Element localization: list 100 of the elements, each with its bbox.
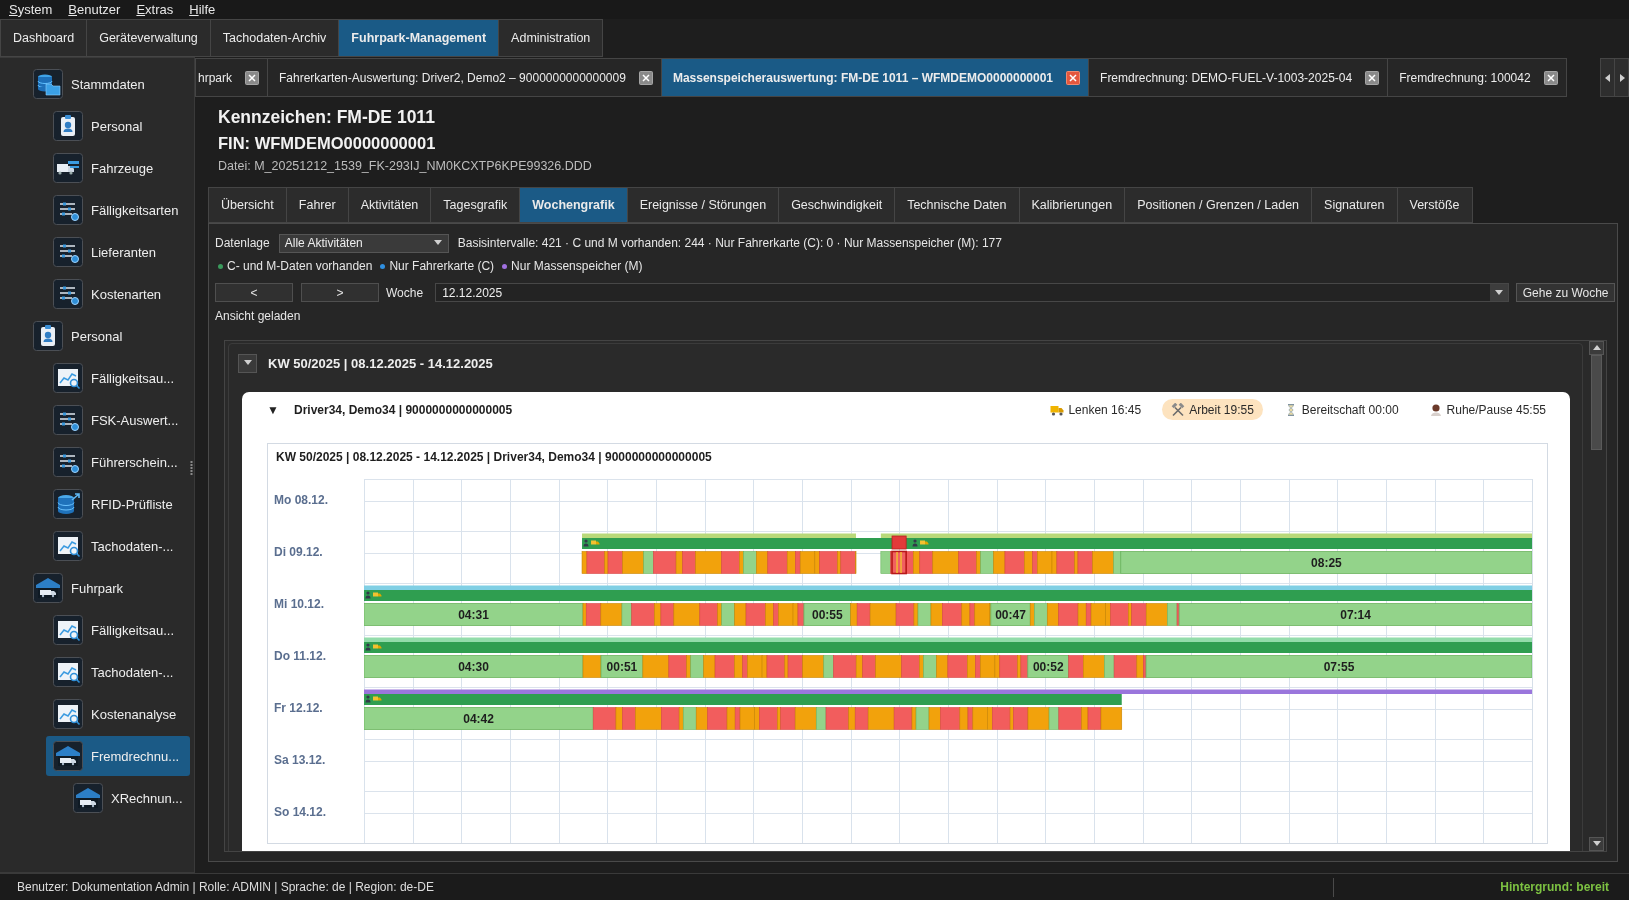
sidebar-item[interactable]: Personal [46, 106, 190, 146]
sidebar-item[interactable]: Kostenarten [46, 274, 190, 314]
sidebar-item[interactable]: RFID-Prüfliste [46, 484, 190, 524]
sidebar-item[interactable]: FSK-Auswert... [46, 400, 190, 440]
sidebar-item[interactable]: Tachodaten-... [46, 652, 190, 692]
main-tab[interactable]: Geräteverwaltung [86, 19, 211, 57]
week-combobox[interactable]: 12.12.2025 [435, 283, 1510, 302]
sidebar-item[interactable]: Fremdrechnu... [46, 736, 190, 776]
chart-magnifier-icon [53, 531, 83, 561]
file-name: Datei: M_20251212_1539_FK-293IJ_NM0KCXTP6KPE99326.DDD [218, 158, 592, 174]
sidebar-item[interactable]: Fälligkeitsau... [46, 610, 190, 650]
sidebar-item[interactable]: XRechnun... [66, 778, 190, 818]
settings-list-icon [53, 447, 83, 477]
collapse-toggle[interactable]: ▼ [267, 402, 294, 417]
menu-item[interactable]: Hilfe [181, 0, 224, 19]
settings-list-icon [53, 405, 83, 435]
scroll-down-button[interactable] [1589, 837, 1604, 851]
duration-label: 00:51 [606, 660, 638, 674]
activity-select[interactable]: Alle Aktivitäten [278, 233, 449, 253]
sidebar-item[interactable]: Fuhrpark [26, 568, 190, 608]
day-label: Fr 12.12. [273, 700, 324, 717]
person-icon [1428, 402, 1443, 417]
main-tab[interactable]: Tachodaten-Archiv [209, 19, 340, 57]
day-label: Do 11.12. [273, 648, 328, 665]
settings-list-icon [53, 237, 83, 267]
view-tab[interactable]: Ereignisse / Störungen [626, 187, 780, 223]
day-label: Mi 10.12. [273, 596, 326, 613]
main-tab[interactable]: Fuhrpark-Management [338, 19, 500, 57]
scroll-up-button[interactable] [1589, 341, 1604, 355]
event-marker [891, 535, 907, 575]
duration-label: 00:47 [995, 608, 1026, 622]
view-tab[interactable]: Wochengrafik [519, 187, 628, 223]
main-tab[interactable]: Dashboard [0, 19, 88, 57]
sidebar-item[interactable]: Personal [26, 316, 190, 356]
legend-label: Nur Massenspeicher (M) [511, 259, 643, 273]
garage-truck-icon [53, 741, 83, 771]
vehicle-title: Kennzeichen: FM-DE 1011 [218, 106, 435, 128]
garage-truck-icon [73, 783, 103, 813]
scrollbar-thumb[interactable] [1591, 355, 1602, 450]
menu-item[interactable]: Benutzer [60, 0, 129, 19]
chart-title: KW 50/2025 | 08.12.2025 - 14.12.2025 | Driver34, Demo34 | 9000000000000005 [275, 449, 713, 466]
view-tab[interactable]: Tagesgrafik [430, 187, 521, 223]
day-label: Mo 08.12. [273, 492, 330, 509]
view-tab[interactable]: Geschwindigkeit [778, 187, 896, 223]
day-label: So 14.12. [273, 804, 328, 821]
duration-label: 07:55 [1323, 660, 1355, 674]
sidebar-item[interactable]: Kostenanalyse [46, 694, 190, 734]
document-tab[interactable]: Massenspeicherauswertung: FM-DE 1011 – WFMDEMO0000000001 [660, 58, 1090, 97]
activity-total[interactable]: Ruhe/Pause 45:55 [1419, 399, 1555, 420]
activity-total[interactable]: Lenken 16:45 [1041, 399, 1151, 420]
duration-label: 04:31 [458, 608, 489, 622]
sidebar-item[interactable]: Führerschein... [46, 442, 190, 482]
document-tab[interactable]: Fremdrechnung: DEMO-FUEL-V-1003-2025-04 [1088, 58, 1389, 97]
view-tab[interactable]: Positionen / Grenzen / Laden [1124, 187, 1313, 223]
menu-item[interactable]: System [1, 0, 61, 19]
sidebar-item[interactable]: Stammdaten [26, 64, 190, 104]
next-week-button[interactable]: > [301, 283, 379, 302]
driver-truck-icon [583, 539, 600, 547]
menu-item[interactable]: Extras [128, 0, 182, 19]
view-tab[interactable]: Signaturen [1311, 187, 1398, 223]
sidebar-item[interactable]: Fahrzeuge [46, 148, 190, 188]
view-tab[interactable]: Technische Daten [894, 187, 1020, 223]
legend-label: Nur Fahrerkarte (C) [389, 259, 495, 273]
tab-scroll-right-button[interactable] [1614, 58, 1629, 97]
tools-icon [1171, 402, 1186, 417]
close-icon[interactable] [245, 70, 259, 85]
previous-week-button[interactable]: < [215, 283, 293, 302]
close-icon[interactable] [1365, 70, 1380, 85]
driver-truck-icon [365, 591, 382, 599]
view-tab[interactable]: Kalibrierungen [1018, 187, 1126, 223]
collapse-button[interactable] [238, 353, 257, 373]
status-message: Ansicht geladen [215, 309, 301, 323]
view-tab[interactable]: Fahrer [285, 187, 349, 223]
sidebar-item[interactable]: Lieferanten [46, 232, 190, 272]
driver-title: Driver34, Demo34 | 9000000000000005 [294, 402, 513, 417]
main-tab[interactable]: Administration [498, 19, 604, 57]
document-tab[interactable]: hrpark [195, 58, 268, 97]
resize-grip-icon[interactable] [190, 460, 193, 476]
sidebar-item[interactable]: Fälligkeitsarten [46, 190, 190, 230]
go-to-week-button[interactable]: Gehe zu Woche [1516, 283, 1616, 302]
filter-label: Datenlage [215, 236, 270, 250]
activity-total[interactable]: Bereitschaft 00:00 [1274, 399, 1408, 420]
view-tab[interactable]: Übersicht [208, 187, 287, 223]
duration-label: 00:52 [1032, 660, 1064, 674]
sidebar-item[interactable]: Fälligkeitsau... [46, 358, 190, 398]
document-tab[interactable]: Fahrerkarten-Auswertung: Driver2, Demo2 – 9000000000000009 [267, 58, 662, 97]
vertical-scrollbar[interactable] [1589, 341, 1604, 851]
chart-magnifier-icon [53, 699, 83, 729]
activity-total[interactable]: Arbeit 19:55 [1162, 399, 1263, 420]
up-triangle-icon [1591, 343, 1602, 353]
duration-label: 08:25 [1311, 556, 1342, 570]
close-icon[interactable] [1066, 70, 1081, 85]
view-tab[interactable]: Verstöße [1396, 187, 1473, 223]
close-icon[interactable] [1543, 70, 1558, 85]
close-icon[interactable] [638, 70, 653, 85]
duration-label: 04:42 [463, 712, 494, 726]
view-tab[interactable]: Aktivitäten [347, 187, 432, 223]
settings-list-icon [53, 279, 83, 309]
document-tab[interactable]: Fremdrechnung: 100042 [1387, 58, 1567, 97]
sidebar-item[interactable]: Tachodaten-... [46, 526, 190, 566]
